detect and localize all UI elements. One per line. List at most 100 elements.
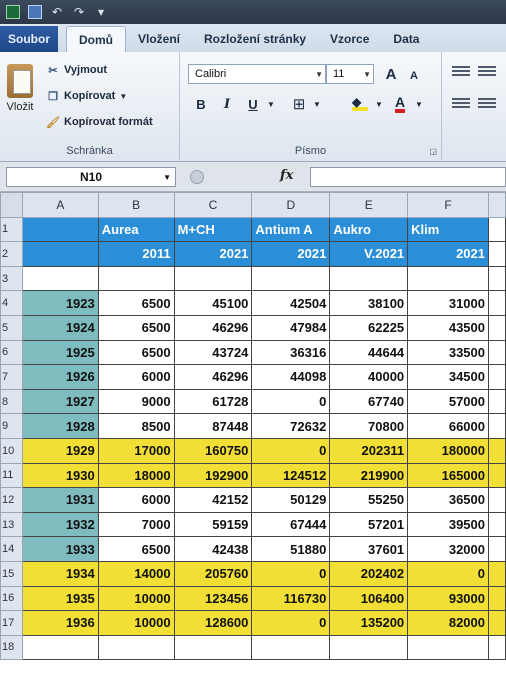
tab-insert[interactable]: Vložení — [126, 26, 192, 52]
table-cell[interactable] — [173, 634, 253, 661]
table-cell[interactable]: 6500 — [97, 536, 175, 562]
table-cell[interactable] — [488, 290, 506, 316]
underline-dropdown-icon[interactable]: ▼ — [266, 94, 276, 114]
table-cell[interactable]: 82000 — [407, 610, 489, 636]
table-cell[interactable]: 46296 — [173, 364, 253, 390]
worksheet-grid[interactable]: A B C D E F 1 Aurea M+CH Antium A Aukro — [0, 192, 506, 675]
table-cell[interactable]: 0 — [251, 610, 331, 636]
table-cell[interactable]: 6500 — [97, 314, 175, 341]
table-cell[interactable]: 1931 — [21, 487, 99, 513]
fill-color-dropdown-icon[interactable]: ▼ — [374, 94, 384, 114]
table-cell[interactable]: 47984 — [251, 314, 331, 341]
underline-button[interactable]: U — [242, 94, 264, 114]
table-cell[interactable]: 59159 — [173, 511, 253, 538]
table-cell[interactable]: 18000 — [97, 462, 175, 489]
fill-color-button[interactable]: ◆ — [348, 94, 372, 114]
table-cell[interactable] — [488, 314, 506, 341]
row-header[interactable]: 10 — [0, 437, 23, 464]
cell-c1[interactable]: M+CH — [173, 216, 253, 243]
table-cell[interactable]: 10000 — [97, 585, 175, 612]
font-name-select[interactable]: Calibri ▼ — [188, 64, 326, 84]
table-cell[interactable]: 123456 — [173, 585, 253, 612]
table-cell[interactable]: 1930 — [21, 462, 99, 489]
cell-f1[interactable]: Klim — [407, 216, 489, 243]
table-cell[interactable]: 6000 — [97, 364, 175, 390]
table-cell[interactable] — [488, 560, 506, 587]
copy-dropdown-icon[interactable]: ▼ — [119, 92, 127, 101]
table-cell[interactable]: 205760 — [173, 560, 253, 587]
table-cell[interactable] — [488, 462, 506, 489]
table-cell[interactable]: 31000 — [407, 290, 489, 316]
table-cell[interactable]: 37601 — [329, 536, 409, 562]
table-cell[interactable]: 0 — [251, 437, 331, 464]
table-cell[interactable]: 43500 — [407, 314, 489, 341]
table-cell[interactable]: 9000 — [97, 388, 175, 415]
font-color-button[interactable]: A — [388, 94, 412, 114]
table-cell[interactable]: 55250 — [329, 487, 409, 513]
table-cell[interactable] — [488, 585, 506, 612]
column-header-d[interactable]: D — [251, 192, 331, 218]
align-middle-icon[interactable] — [478, 66, 496, 78]
table-cell[interactable]: 1923 — [21, 290, 99, 316]
fx-icon[interactable]: fx — [280, 168, 293, 183]
align-top-icon[interactable] — [452, 66, 470, 78]
table-cell[interactable]: 62225 — [329, 314, 409, 341]
cut-button[interactable]: ✂ Vyjmout — [46, 64, 107, 77]
bold-button[interactable]: B — [190, 94, 212, 114]
table-cell[interactable]: 165000 — [407, 462, 489, 489]
table-cell[interactable]: 0 — [407, 560, 489, 587]
table-cell[interactable] — [488, 536, 506, 562]
cell-g1[interactable] — [488, 216, 506, 243]
table-cell[interactable]: 40000 — [329, 364, 409, 390]
table-cell[interactable]: 42152 — [173, 487, 253, 513]
table-cell[interactable]: 6000 — [97, 487, 175, 513]
table-cell[interactable]: 116730 — [251, 585, 331, 612]
table-cell[interactable] — [407, 634, 489, 661]
table-cell[interactable]: 44098 — [251, 364, 331, 390]
row-header[interactable]: 6 — [0, 339, 23, 366]
table-cell[interactable]: 106400 — [329, 585, 409, 612]
row-header[interactable]: 5 — [0, 314, 23, 341]
table-cell[interactable]: 51880 — [251, 536, 331, 562]
table-cell[interactable] — [488, 413, 506, 439]
table-cell[interactable]: 39500 — [407, 511, 489, 538]
table-cell[interactable]: 43724 — [173, 339, 253, 366]
formula-input[interactable] — [310, 167, 506, 187]
grow-font-button[interactable]: A — [380, 64, 402, 84]
formula-bar-handle[interactable] — [190, 170, 204, 184]
dialog-launcher-icon[interactable]: ◲ — [429, 147, 437, 156]
cell-e2[interactable]: V.2021 — [329, 241, 409, 267]
table-cell[interactable]: 1925 — [21, 339, 99, 366]
table-cell[interactable]: 87448 — [173, 413, 253, 439]
cell-b1[interactable]: Aurea — [97, 216, 175, 243]
table-cell[interactable]: 57000 — [407, 388, 489, 415]
copy-button[interactable]: ❐ Kopírovat ▼ — [46, 90, 127, 103]
table-cell[interactable]: 1926 — [21, 364, 99, 390]
column-header-g[interactable] — [488, 192, 506, 218]
cell-f3[interactable] — [407, 265, 489, 292]
table-cell[interactable]: 70800 — [329, 413, 409, 439]
table-cell[interactable]: 1934 — [21, 560, 99, 587]
table-cell[interactable]: 219900 — [329, 462, 409, 489]
tab-data[interactable]: Data — [381, 26, 431, 52]
table-cell[interactable]: 7000 — [97, 511, 175, 538]
table-cell[interactable]: 57201 — [329, 511, 409, 538]
save-icon[interactable] — [28, 5, 42, 19]
cell-e3[interactable] — [329, 265, 409, 292]
table-cell[interactable]: 17000 — [97, 437, 175, 464]
table-cell[interactable]: 0 — [251, 388, 331, 415]
table-cell[interactable]: 8500 — [97, 413, 175, 439]
table-cell[interactable] — [488, 388, 506, 415]
cell-d2[interactable]: 2021 — [251, 241, 331, 267]
row-header[interactable]: 2 — [0, 241, 23, 267]
tab-page-layout[interactable]: Rozložení stránky — [192, 26, 318, 52]
table-cell[interactable] — [488, 487, 506, 513]
row-header[interactable]: 15 — [0, 560, 23, 587]
table-cell[interactable] — [488, 511, 506, 538]
cell-b2[interactable]: 2011 — [97, 241, 175, 267]
table-cell[interactable]: 160750 — [173, 437, 253, 464]
table-cell[interactable]: 42438 — [173, 536, 253, 562]
row-header[interactable]: 4 — [0, 290, 23, 316]
table-cell[interactable] — [488, 610, 506, 636]
cell-c2[interactable]: 2021 — [173, 241, 253, 267]
